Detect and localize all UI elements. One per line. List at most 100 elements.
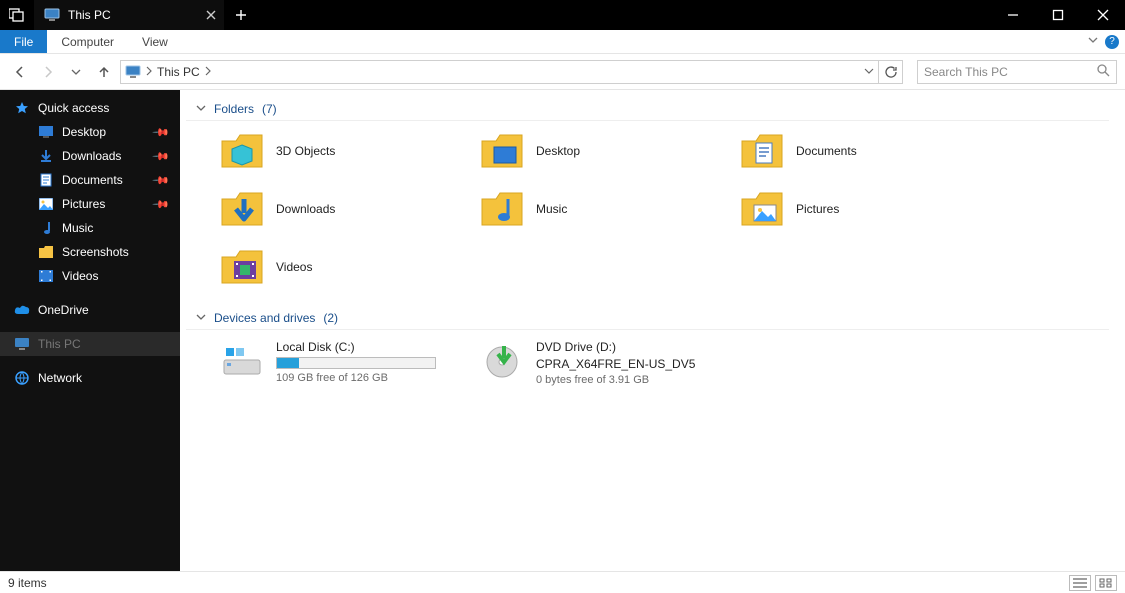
group-title: Folders bbox=[214, 102, 254, 116]
close-button[interactable] bbox=[1080, 0, 1125, 30]
folder-icon bbox=[220, 189, 264, 229]
pictures-icon bbox=[38, 196, 54, 212]
view-details-button[interactable] bbox=[1069, 575, 1091, 591]
new-tab-button[interactable] bbox=[224, 0, 258, 30]
folder-label: Downloads bbox=[276, 202, 335, 216]
folder-label: Videos bbox=[276, 260, 312, 274]
minimize-button[interactable] bbox=[990, 0, 1035, 30]
help-icon[interactable]: ? bbox=[1105, 35, 1119, 49]
documents-icon bbox=[38, 172, 54, 188]
drive-title: DVD Drive (D:) bbox=[536, 340, 695, 354]
folder-icon bbox=[38, 244, 54, 260]
sidebar-label: Pictures bbox=[62, 197, 105, 211]
chevron-right-icon[interactable] bbox=[204, 65, 212, 79]
sidebar-label: OneDrive bbox=[38, 303, 89, 317]
sidebar-item-desktop[interactable]: Desktop 📌 bbox=[0, 120, 180, 144]
sidebar-label: Quick access bbox=[38, 101, 109, 115]
drive-dvd-d[interactable]: DVD Drive (D:) CPRA_X64FRE_EN-US_DV5 0 b… bbox=[480, 340, 740, 386]
this-pc-icon bbox=[125, 64, 141, 80]
music-icon bbox=[38, 220, 54, 236]
tab-title: This PC bbox=[68, 8, 111, 22]
title-bar: This PC bbox=[0, 0, 1125, 30]
search-input[interactable] bbox=[924, 65, 1084, 79]
sidebar-label: Screenshots bbox=[62, 245, 129, 259]
sidebar-item-downloads[interactable]: Downloads 📌 bbox=[0, 144, 180, 168]
sidebar-item-pictures[interactable]: Pictures 📌 bbox=[0, 192, 180, 216]
search-icon[interactable] bbox=[1096, 63, 1110, 80]
refresh-button[interactable] bbox=[879, 60, 903, 84]
star-icon bbox=[14, 100, 30, 116]
forward-button[interactable] bbox=[36, 60, 60, 84]
sidebar-item-screenshots[interactable]: Screenshots bbox=[0, 240, 180, 264]
close-tab-icon[interactable] bbox=[206, 10, 216, 20]
navigation-pane: Quick access Desktop 📌 Downloads 📌 Docum… bbox=[0, 90, 180, 571]
task-view-icon[interactable] bbox=[0, 0, 34, 30]
group-header-folders[interactable]: Folders (7) bbox=[186, 98, 1109, 121]
this-pc-icon bbox=[44, 7, 60, 23]
drive-volume-label: CPRA_X64FRE_EN-US_DV5 bbox=[536, 357, 695, 371]
chevron-down-icon bbox=[196, 102, 206, 116]
drive-subtitle: 109 GB free of 126 GB bbox=[276, 372, 436, 384]
ribbon-tab-file[interactable]: File bbox=[0, 30, 47, 53]
ribbon-tab-computer[interactable]: Computer bbox=[47, 30, 128, 53]
sidebar-item-this-pc[interactable]: This PC bbox=[0, 332, 180, 356]
sidebar-label: Music bbox=[62, 221, 93, 235]
drive-title: Local Disk (C:) bbox=[276, 340, 436, 354]
tab-this-pc[interactable]: This PC bbox=[34, 0, 224, 30]
sidebar-item-documents[interactable]: Documents 📌 bbox=[0, 168, 180, 192]
breadcrumb-this-pc[interactable]: This PC bbox=[157, 65, 200, 79]
sidebar-label: This PC bbox=[38, 337, 81, 351]
folder-desktop[interactable]: Desktop bbox=[480, 131, 740, 171]
pin-icon: 📌 bbox=[152, 195, 171, 214]
folder-label: 3D Objects bbox=[276, 144, 335, 158]
ribbon-computer-label: Computer bbox=[61, 35, 114, 49]
folder-pictures[interactable]: Pictures bbox=[740, 189, 1000, 229]
ribbon-view-label: View bbox=[142, 35, 168, 49]
folder-icon bbox=[220, 247, 264, 287]
breadcrumb[interactable]: This PC bbox=[120, 60, 879, 84]
desktop-icon bbox=[38, 124, 54, 140]
folder-documents[interactable]: Documents bbox=[740, 131, 1000, 171]
status-bar: 9 items bbox=[0, 571, 1125, 593]
drive-subtitle: 0 bytes free of 3.91 GB bbox=[536, 374, 695, 386]
sidebar-item-videos[interactable]: Videos bbox=[0, 264, 180, 288]
group-title: Devices and drives bbox=[214, 311, 315, 325]
folder-videos[interactable]: Videos bbox=[220, 247, 480, 287]
folder-music[interactable]: Music bbox=[480, 189, 740, 229]
sidebar-label: Downloads bbox=[62, 149, 121, 163]
up-button[interactable] bbox=[92, 60, 116, 84]
group-header-drives[interactable]: Devices and drives (2) bbox=[186, 307, 1109, 330]
sidebar-item-network[interactable]: Network bbox=[0, 366, 180, 390]
folder-3d-objects[interactable]: 3D Objects bbox=[220, 131, 480, 171]
folder-icon bbox=[480, 131, 524, 171]
sidebar-label: Documents bbox=[62, 173, 123, 187]
sidebar-item-music[interactable]: Music bbox=[0, 216, 180, 240]
folder-downloads[interactable]: Downloads bbox=[220, 189, 480, 229]
maximize-button[interactable] bbox=[1035, 0, 1080, 30]
ribbon-tab-view[interactable]: View bbox=[128, 30, 182, 53]
folder-icon bbox=[740, 189, 784, 229]
folder-label: Desktop bbox=[536, 144, 580, 158]
search-box[interactable] bbox=[917, 60, 1117, 84]
recent-locations-button[interactable] bbox=[64, 60, 88, 84]
chevron-right-icon[interactable] bbox=[145, 65, 153, 79]
sidebar-label: Network bbox=[38, 371, 82, 385]
address-dropdown-icon[interactable] bbox=[864, 65, 874, 79]
sidebar-item-onedrive[interactable]: OneDrive bbox=[0, 298, 180, 322]
folder-icon bbox=[740, 131, 784, 171]
drive-local-disk-c[interactable]: Local Disk (C:) 109 GB free of 126 GB bbox=[220, 340, 480, 386]
folder-label: Pictures bbox=[796, 202, 839, 216]
dvd-icon bbox=[480, 340, 524, 380]
ribbon-collapse-icon[interactable] bbox=[1087, 34, 1099, 49]
status-text: 9 items bbox=[8, 576, 47, 590]
sidebar-item-quick-access[interactable]: Quick access bbox=[0, 96, 180, 120]
group-count: (7) bbox=[262, 102, 277, 116]
ribbon: File Computer View ? bbox=[0, 30, 1125, 54]
onedrive-icon bbox=[14, 302, 30, 318]
back-button[interactable] bbox=[8, 60, 32, 84]
folder-icon bbox=[480, 189, 524, 229]
address-bar: This PC bbox=[0, 54, 1125, 90]
pin-icon: 📌 bbox=[152, 147, 171, 166]
view-large-icons-button[interactable] bbox=[1095, 575, 1117, 591]
group-count: (2) bbox=[323, 311, 338, 325]
